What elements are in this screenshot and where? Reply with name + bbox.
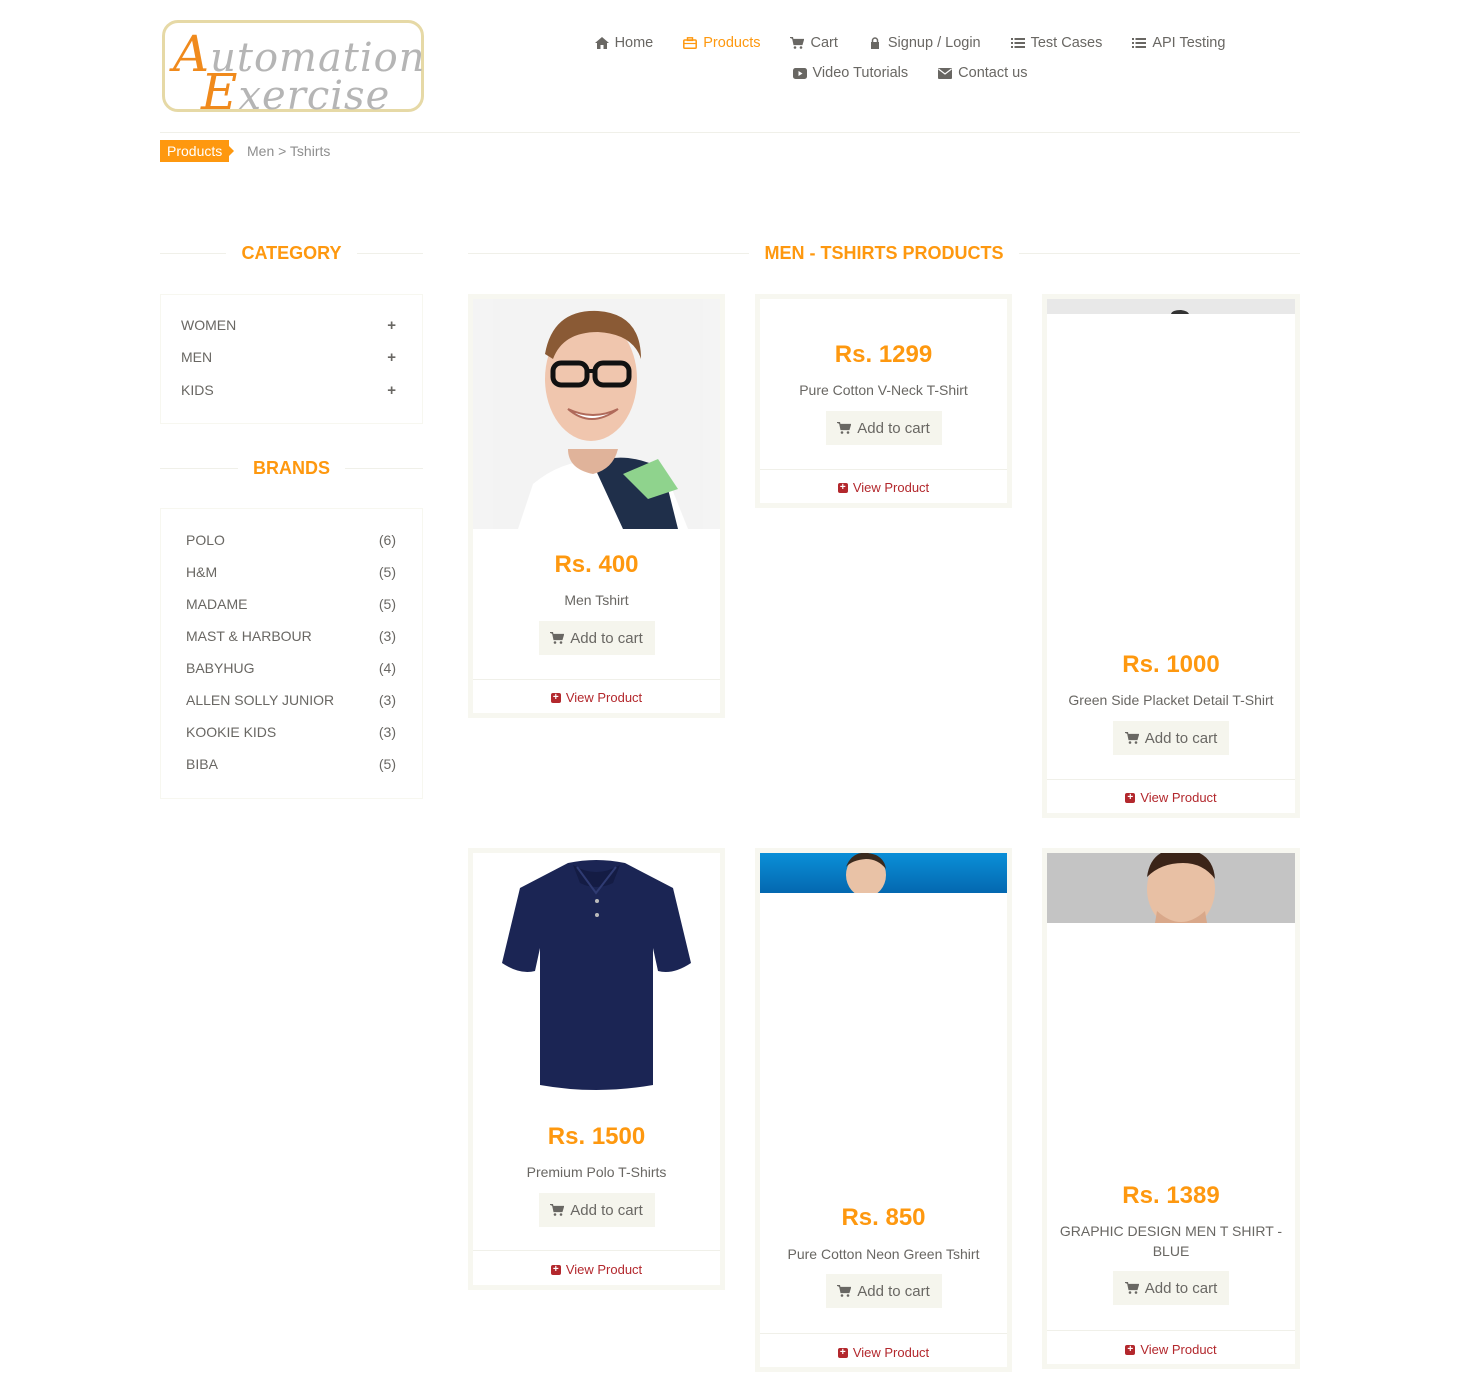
card-divider	[1047, 1330, 1295, 1331]
shopping-cart-icon	[550, 1204, 565, 1216]
card-divider	[1047, 779, 1295, 780]
product-name: Pure Cotton Neon Green Tshirt	[787, 1246, 980, 1262]
product-price: Rs. 1000	[1122, 651, 1220, 678]
plus-square-icon: +	[550, 692, 561, 703]
brand-kookie-kids[interactable]: KOOKIE KIDS (3)	[186, 724, 396, 740]
lock-icon	[870, 37, 879, 49]
view-product-link[interactable]: + View Product	[1047, 1342, 1295, 1357]
product-card: Rs. 400 Men Tshirt Add to cart + View Pr…	[468, 294, 725, 718]
add-to-cart-button[interactable]: Add to cart	[538, 621, 655, 655]
plus-icon: +	[387, 382, 396, 399]
shopping-cart-icon	[1124, 732, 1139, 744]
breadcrumb-products[interactable]: Products	[160, 140, 235, 162]
product-card: Rs. 1000 Green Side Placket Detail T-Shi…	[1042, 294, 1300, 818]
product-price: Rs. 850	[841, 1204, 926, 1231]
add-to-cart-button[interactable]: Add to cart	[825, 411, 942, 445]
nav-cart[interactable]: Cart	[790, 35, 838, 51]
product-card: Rs. 850 Pure Cotton Neon Green Tshirt Ad…	[755, 848, 1012, 1372]
view-product-link[interactable]: + View Product	[760, 1345, 1007, 1360]
nav-row-1: Home Products Cart Signup / Login Test C…	[540, 28, 1280, 58]
nav-home[interactable]: Home	[594, 35, 653, 51]
nav-signup-login[interactable]: Signup / Login	[868, 35, 981, 51]
plus-square-icon: +	[837, 1347, 848, 1358]
brands-title: BRANDS	[160, 458, 423, 478]
product-image	[473, 853, 720, 1103]
product-image	[1047, 299, 1295, 314]
add-to-cart-button[interactable]: Add to cart	[825, 1274, 942, 1308]
list-icon	[1010, 38, 1025, 48]
product-image	[473, 299, 720, 529]
nav-products[interactable]: Products	[683, 35, 760, 51]
view-product-link[interactable]: + View Product	[473, 1262, 720, 1277]
view-product-link[interactable]: + View Product	[760, 480, 1007, 495]
category-women[interactable]: Women +	[181, 317, 396, 334]
category-title: CATEGORY	[160, 243, 423, 263]
brand-mast-harbour[interactable]: MAST & HARBOUR (3)	[186, 628, 396, 644]
add-to-cart-button[interactable]: Add to cart	[1113, 721, 1229, 755]
product-image	[760, 853, 1007, 893]
card-divider	[473, 1250, 720, 1251]
youtube-play-icon	[792, 67, 807, 79]
category-kids[interactable]: Kids +	[181, 382, 396, 399]
product-card: Rs. 1500 Premium Polo T-Shirts Add to ca…	[468, 848, 725, 1290]
products-section-title: MEN - TSHIRTS PRODUCTS	[468, 243, 1300, 263]
brand-babyhug[interactable]: BABYHUG (4)	[186, 660, 396, 676]
site-logo[interactable]: Automation Exercise	[162, 20, 425, 121]
home-icon	[594, 37, 609, 49]
category-panel: Women + Men + Kids +	[160, 294, 423, 424]
main-nav: Home Products Cart Signup / Login Test C…	[540, 28, 1280, 88]
shopping-cart-icon	[1124, 1282, 1139, 1294]
nav-contact-us[interactable]: Contact us	[938, 65, 1027, 81]
nav-test-cases[interactable]: Test Cases	[1010, 35, 1102, 51]
shopping-cart-icon	[790, 37, 805, 49]
plus-icon: +	[387, 317, 396, 334]
shopping-cart-icon	[550, 632, 565, 644]
brand-allen-solly-junior[interactable]: ALLEN SOLLY JUNIOR (3)	[186, 692, 396, 708]
card-divider	[760, 469, 1007, 470]
shopping-cart-icon	[837, 422, 852, 434]
product-card: Rs. 1389 GRAPHIC DESIGN MEN T SHIRT - BL…	[1042, 848, 1300, 1369]
add-to-cart-button[interactable]: Add to cart	[1113, 1271, 1229, 1305]
product-name: GRAPHIC DESIGN MEN T SHIRT - BLUE	[1059, 1223, 1283, 1259]
envelope-icon	[938, 67, 953, 79]
list-icon	[1132, 38, 1147, 48]
product-price: Rs. 1299	[834, 341, 933, 368]
briefcase-icon	[683, 37, 698, 49]
nav-api-testing[interactable]: API Testing	[1132, 35, 1225, 51]
view-product-link[interactable]: + View Product	[473, 690, 720, 705]
product-image	[1047, 853, 1295, 923]
product-card: Rs. 1299 Pure Cotton V-Neck T-Shirt Add …	[755, 294, 1012, 508]
breadcrumb-current: Men > Tshirts	[247, 143, 331, 159]
plus-square-icon: +	[550, 1264, 561, 1275]
product-name: Green Side Placket Detail T-Shirt	[1068, 692, 1274, 708]
card-divider	[760, 1333, 1007, 1334]
shopping-cart-icon	[837, 1285, 852, 1297]
add-to-cart-button[interactable]: Add to cart	[538, 1193, 655, 1227]
plus-square-icon: +	[1125, 1344, 1136, 1355]
plus-square-icon: +	[1125, 792, 1136, 803]
plus-square-icon: +	[837, 482, 848, 493]
product-name: Premium Polo T-Shirts	[526, 1164, 667, 1180]
product-name: Pure Cotton V-Neck T-Shirt	[799, 382, 968, 398]
brand-madame[interactable]: MADAME (5)	[186, 596, 396, 612]
nav-row-2: Video Tutorials Contact us	[540, 58, 1280, 88]
brand-biba[interactable]: BIBA (5)	[186, 756, 396, 772]
product-price: Rs. 400	[554, 551, 639, 578]
card-divider	[473, 679, 720, 680]
view-product-link[interactable]: + View Product	[1047, 790, 1295, 805]
product-price: Rs. 1389	[1122, 1182, 1220, 1209]
brand-hm[interactable]: H&M (5)	[186, 564, 396, 580]
header-divider	[160, 132, 1300, 133]
plus-icon: +	[387, 349, 396, 366]
category-men[interactable]: Men +	[181, 349, 396, 366]
product-price: Rs. 1500	[547, 1123, 646, 1150]
product-name: Men Tshirt	[564, 592, 629, 608]
brand-polo[interactable]: POLO (6)	[186, 532, 396, 548]
brands-panel: POLO (6) H&M (5) MADAME (5) MAST & HARBOUR(…	[160, 508, 423, 799]
logo-line-2: Exercise	[201, 63, 391, 121]
nav-video-tutorials[interactable]: Video Tutorials	[792, 65, 908, 81]
